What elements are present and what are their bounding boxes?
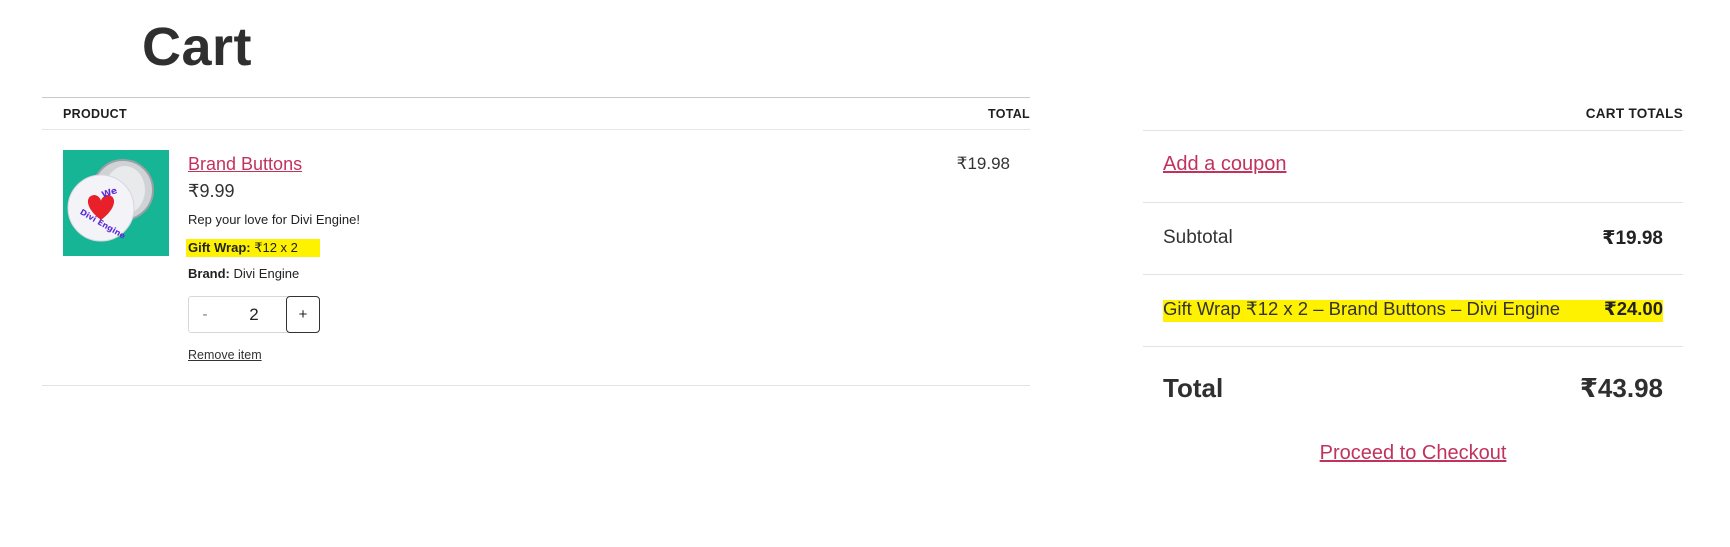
gift-wrap-fee-label: Gift Wrap ₹12 x 2 – Brand Buttons – Divi… — [1163, 298, 1561, 319]
subtotal-row: Subtotal ₹19.98 — [1143, 203, 1683, 275]
button-pin-image: We Divi Engine — [63, 150, 169, 256]
product-column-header: PRODUCT — [63, 107, 127, 121]
proceed-to-checkout-link[interactable]: Proceed to Checkout — [1143, 442, 1683, 465]
cart-totals-header: CART TOTALS — [1143, 97, 1683, 131]
total-column-header: TOTAL — [987, 107, 1030, 121]
subtotal-value: ₹19.98 — [1602, 228, 1663, 249]
cart-totals-heading: CART TOTALS — [1585, 106, 1683, 121]
cart-totals: CART TOTALS Add a coupon Subtotal ₹19.98… — [1143, 97, 1683, 427]
gift-wrap-value: ₹12 x 2 — [254, 240, 298, 255]
quantity-input[interactable]: 2 — [221, 297, 287, 332]
coupon-row: Add a coupon — [1143, 131, 1683, 203]
order-total-row: Total ₹43.98 — [1143, 347, 1683, 427]
quantity-stepper: - 2 + — [188, 296, 320, 333]
subtotal-label: Subtotal — [1163, 227, 1233, 248]
increase-quantity-button[interactable]: + — [286, 296, 320, 333]
page-title: Cart — [142, 17, 253, 77]
gift-wrap-label: Gift Wrap: — [188, 240, 251, 255]
product-image[interactable]: We Divi Engine — [63, 150, 169, 256]
brand-value: Divi Engine — [233, 266, 300, 281]
order-total-label: Total — [1163, 373, 1224, 403]
decrease-quantity-button[interactable]: - — [189, 297, 221, 332]
add-coupon-link[interactable]: Add a coupon — [1163, 153, 1286, 176]
product-description: Rep your love for Divi Engine! — [188, 212, 360, 227]
order-total-value: ₹43.98 — [1579, 373, 1663, 403]
remove-item-link[interactable]: Remove item — [188, 348, 262, 362]
gift-wrap-fee-row: Gift Wrap ₹12 x 2 – Brand Buttons – Divi… — [1143, 275, 1683, 347]
cart-table-header: PRODUCT TOTAL — [42, 97, 1030, 130]
brand-meta: Brand: Divi Engine — [188, 266, 299, 281]
cart-item-row: We Divi Engine Brand Buttons ₹9.99 Rep y… — [42, 130, 1030, 386]
gift-wrap-fee-value: ₹24.00 — [1603, 298, 1663, 319]
cart-table: PRODUCT TOTAL We Divi Engine Brand Butto… — [42, 97, 1030, 386]
product-price: ₹9.99 — [188, 181, 235, 201]
line-total: ₹19.98 — [956, 154, 1010, 173]
gift-wrap-meta: Gift Wrap: ₹12 x 2 — [186, 239, 320, 257]
product-name-link[interactable]: Brand Buttons — [188, 154, 302, 175]
brand-label: Brand: — [188, 266, 230, 281]
